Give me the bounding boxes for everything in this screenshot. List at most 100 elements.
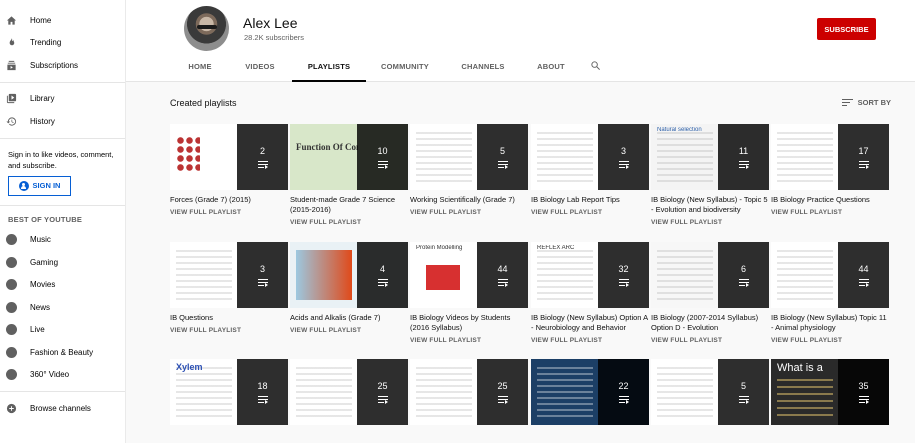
tab-community[interactable]: COMMUNITY xyxy=(370,57,440,82)
view-full-playlist-link[interactable]: VIEW FULL PLAYLIST xyxy=(531,337,649,344)
playlist-card[interactable]: 5 xyxy=(651,359,769,425)
view-full-playlist-link[interactable]: VIEW FULL PLAYLIST xyxy=(410,337,528,344)
sidebar-item-360-video[interactable]: 360° Video xyxy=(0,364,125,387)
sidebar-item-label: Home xyxy=(30,15,52,25)
playlist-card[interactable]: 4 Acids and Alkalis (Grade 7) VIEW FULL PL… xyxy=(290,242,408,334)
playlist-title[interactable]: Acids and Alkalis (Grade 7) xyxy=(290,313,408,323)
playlist-title[interactable]: IB Biology Videos by Students (2016 Syll… xyxy=(410,313,528,333)
sidebar-item-browse-channels[interactable]: Browse channels xyxy=(0,397,125,420)
sort-by-button[interactable]: SORT BY xyxy=(841,98,891,107)
playlist-thumbnail[interactable]: 6 xyxy=(651,242,769,308)
sidebar-item-news[interactable]: News xyxy=(0,296,125,319)
playlist-title[interactable]: Student-made Grade 7 Science (2015-2016) xyxy=(290,195,408,215)
tab-home[interactable]: HOME xyxy=(174,57,226,82)
playlist-card[interactable]: What is a 35 xyxy=(771,359,889,425)
playlist-card[interactable]: 3 IB Questions VIEW FULL PLAYLIST xyxy=(170,242,288,334)
movies-icon xyxy=(5,279,17,291)
tab-videos[interactable]: VIDEOS xyxy=(234,57,286,82)
view-full-playlist-link[interactable]: VIEW FULL PLAYLIST xyxy=(290,219,408,226)
sidebar-item-label: Movies xyxy=(30,280,56,290)
playlist-thumbnail[interactable]: 25 xyxy=(290,359,408,425)
playlist-thumbnail[interactable]: 4 xyxy=(290,242,408,308)
playlist-title[interactable]: Working Scientifically (Grade 7) xyxy=(410,195,528,205)
playlist-card[interactable]: Function Of Components 10 Student-made Gra… xyxy=(290,124,408,226)
playlist-count-overlay: 22 xyxy=(598,359,649,425)
playlist-card[interactable]: Protein Modelling 44 IB Biology Videos by … xyxy=(410,242,528,344)
view-full-playlist-link[interactable]: VIEW FULL PLAYLIST xyxy=(290,327,408,334)
playlist-card[interactable]: 44 IB Biology (New Syllabus) Topic 11 - A… xyxy=(771,242,889,344)
sidebar-item-label: News xyxy=(30,302,51,312)
sidebar-item-movies[interactable]: Movies xyxy=(0,274,125,297)
subscribe-button[interactable]: SUBSCRIBE xyxy=(817,18,876,40)
playlist-title[interactable]: IB Biology (New Syllabus) - Topic 5 - Ev… xyxy=(651,195,769,215)
playlist-thumbnail[interactable]: 44 xyxy=(771,242,889,308)
playlist-icon xyxy=(497,395,508,404)
tab-about[interactable]: ABOUT xyxy=(526,57,576,82)
playlist-title[interactable]: IB Biology (New Syllabus) Option A - Neu… xyxy=(531,313,649,333)
search-icon[interactable] xyxy=(590,60,602,72)
sidebar-item-home[interactable]: Home xyxy=(0,9,125,32)
video-count: 18 xyxy=(257,380,268,391)
sidebar-item-live[interactable]: Live xyxy=(0,319,125,342)
view-full-playlist-link[interactable]: VIEW FULL PLAYLIST xyxy=(170,209,288,216)
view-full-playlist-link[interactable]: VIEW FULL PLAYLIST xyxy=(771,337,889,344)
playlist-thumbnail[interactable]: What is a 35 xyxy=(771,359,889,425)
playlist-title[interactable]: IB Biology Practice Questions xyxy=(771,195,889,205)
playlist-card[interactable]: 6 IB Biology (2007-2014 Syllabus) Option … xyxy=(651,242,769,344)
playlist-thumbnail[interactable]: 5 xyxy=(651,359,769,425)
sidebar-item-library[interactable]: Library xyxy=(0,88,125,111)
playlist-thumbnail[interactable]: 22 xyxy=(531,359,649,425)
video-count: 5 xyxy=(499,145,505,156)
playlist-thumbnail[interactable]: 3 xyxy=(531,124,649,190)
playlist-icon xyxy=(257,395,268,404)
view-full-playlist-link[interactable]: VIEW FULL PLAYLIST xyxy=(771,209,889,216)
playlist-card[interactable]: Xylem 18 xyxy=(170,359,288,425)
playlist-title[interactable]: IB Biology Lab Report Tips xyxy=(531,195,649,205)
playlist-card[interactable]: 17 IB Biology Practice Questions VIEW FULL… xyxy=(771,124,889,216)
playlist-thumbnail[interactable]: Natural selection 11 xyxy=(651,124,769,190)
playlist-count-overlay: 25 xyxy=(357,359,408,425)
playlist-thumbnail[interactable]: Protein Modelling 44 xyxy=(410,242,528,308)
playlist-thumbnail[interactable]: 5 xyxy=(410,124,528,190)
playlist-thumbnail[interactable]: 17 xyxy=(771,124,889,190)
playlist-card[interactable]: 3 IB Biology Lab Report Tips VIEW FULL PLA… xyxy=(531,124,649,216)
playlist-title[interactable]: IB Biology (New Syllabus) Topic 11 - Ani… xyxy=(771,313,889,333)
account-icon xyxy=(18,180,29,191)
playlist-thumbnail[interactable]: 25 xyxy=(410,359,528,425)
sidebar-item-label: Trending xyxy=(30,38,62,48)
playlist-thumbnail[interactable]: Xylem 18 xyxy=(170,359,288,425)
playlist-title[interactable]: IB Biology (2007-2014 Syllabus) Option D… xyxy=(651,313,769,333)
tab-playlists[interactable]: PLAYLISTS xyxy=(292,57,366,82)
playlist-card[interactable]: Natural selection 11 IB Biology (New Sylla… xyxy=(651,124,769,226)
sidebar-item-fashion-beauty[interactable]: Fashion & Beauty xyxy=(0,341,125,364)
playlist-card[interactable]: 25 xyxy=(410,359,528,425)
view-full-playlist-link[interactable]: VIEW FULL PLAYLIST xyxy=(170,327,288,334)
playlist-title[interactable]: Forces (Grade 7) (2015) xyxy=(170,195,288,205)
channel-avatar[interactable] xyxy=(184,6,229,51)
playlist-card[interactable]: 5 Working Scientifically (Grade 7) VIEW FU… xyxy=(410,124,528,216)
playlist-thumbnail[interactable]: 3 xyxy=(170,242,288,308)
sidebar-item-gaming[interactable]: Gaming xyxy=(0,251,125,274)
playlist-thumbnail[interactable]: Function Of Components 10 xyxy=(290,124,408,190)
sidebar-item-history[interactable]: History xyxy=(0,110,125,133)
playlist-thumbnail[interactable]: REFLEX ARC 32 xyxy=(531,242,649,308)
playlist-card[interactable]: 25 xyxy=(290,359,408,425)
view-full-playlist-link[interactable]: VIEW FULL PLAYLIST xyxy=(410,209,528,216)
playlist-count-overlay: 44 xyxy=(477,242,528,308)
playlist-thumbnail[interactable]: 2 xyxy=(170,124,288,190)
view-full-playlist-link[interactable]: VIEW FULL PLAYLIST xyxy=(651,219,769,226)
view-full-playlist-link[interactable]: VIEW FULL PLAYLIST xyxy=(651,337,769,344)
sidebar-item-trending[interactable]: Trending xyxy=(0,32,125,55)
playlist-title[interactable]: IB Questions xyxy=(170,313,288,323)
playlist-card[interactable]: REFLEX ARC 32 IB Biology (New Syllabus) Op… xyxy=(531,242,649,344)
playlist-card[interactable]: 22 xyxy=(531,359,649,425)
sidebar-item-label: 360° Video xyxy=(30,370,70,380)
sidebar-item-music[interactable]: Music xyxy=(0,229,125,252)
tab-channels[interactable]: CHANNELS xyxy=(450,57,516,82)
thumbnail-text: Function Of Components xyxy=(296,142,358,152)
signin-button[interactable]: SIGN IN xyxy=(8,175,71,196)
sidebar-item-subscriptions[interactable]: Subscriptions xyxy=(0,54,125,77)
view-full-playlist-link[interactable]: VIEW FULL PLAYLIST xyxy=(531,209,649,216)
playlist-card[interactable]: 2 Forces (Grade 7) (2015) VIEW FULL PLAYLI… xyxy=(170,124,288,216)
trending-icon xyxy=(5,37,17,49)
